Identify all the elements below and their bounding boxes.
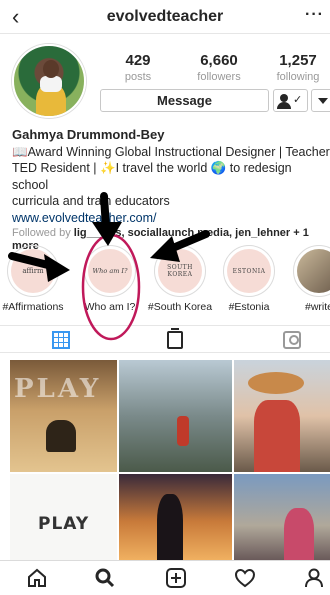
new-post-icon[interactable] <box>165 567 187 589</box>
activity-heart-icon[interactable] <box>234 567 256 589</box>
highlight-write[interactable]: #write <box>284 245 330 313</box>
highlight-estonia[interactable]: ESTONIA #Estonia <box>214 245 284 313</box>
tagged-photos-icon[interactable] <box>283 331 301 349</box>
bio-line: 📖Award Winning Global Instructional Desi… <box>12 144 330 159</box>
followed-by[interactable]: Followed by lig___ers, sociallaunch.medi… <box>12 227 330 240</box>
search-icon[interactable] <box>94 567 116 589</box>
more-options-icon[interactable]: ··· <box>305 6 324 24</box>
profile-username: evolvedteacher <box>106 8 224 25</box>
grid-view-icon[interactable] <box>52 331 70 349</box>
checkmark-icon: ✓ <box>293 94 303 106</box>
following-button[interactable]: ✓ <box>273 89 308 112</box>
profile-tabs <box>0 325 330 353</box>
profile-name: Gahmya Drummond-Bey <box>12 127 165 142</box>
person-icon <box>280 94 288 102</box>
grid-photo[interactable] <box>234 474 330 560</box>
feed-view-icon[interactable] <box>167 328 183 349</box>
grid-photo[interactable] <box>119 474 232 560</box>
home-icon[interactable] <box>26 567 48 589</box>
suggestions-dropdown-button[interactable] <box>311 89 330 112</box>
profile-avatar[interactable] <box>12 44 86 118</box>
website-link[interactable]: www.evolvedteacher.com/ <box>12 210 330 227</box>
followers-count[interactable]: 6,660 followers <box>184 52 254 83</box>
grid-photo[interactable] <box>234 360 330 472</box>
highlight-affirmations[interactable]: affirm #Affirmations <box>0 245 68 313</box>
bio-line: TED Resident | ✨I travel the world 🌍 to … <box>12 161 292 192</box>
grid-photo[interactable]: PLAY <box>10 474 117 560</box>
top-bar: ‹ evolvedteacher ··· <box>0 0 330 34</box>
grid-photo[interactable]: PLAY <box>10 360 117 472</box>
highlight-south-korea[interactable]: SOUTH KOREA #South Korea <box>145 245 215 313</box>
profile-bio: Gahmya Drummond-Bey 📖Award Winning Globa… <box>12 127 330 252</box>
message-button[interactable]: Message <box>100 89 269 112</box>
highlight-who-am-i[interactable]: Who am I? Who am I? <box>75 245 145 313</box>
bottom-navigation <box>0 560 330 595</box>
posts-count[interactable]: 429 posts <box>103 52 173 83</box>
following-count[interactable]: 1,257 following <box>263 52 330 83</box>
bio-line: curricula and train educators <box>12 194 170 208</box>
profile-icon[interactable] <box>303 567 325 589</box>
grid-photo[interactable] <box>119 360 232 472</box>
photo-grid: PLAY PLAY <box>0 356 330 560</box>
